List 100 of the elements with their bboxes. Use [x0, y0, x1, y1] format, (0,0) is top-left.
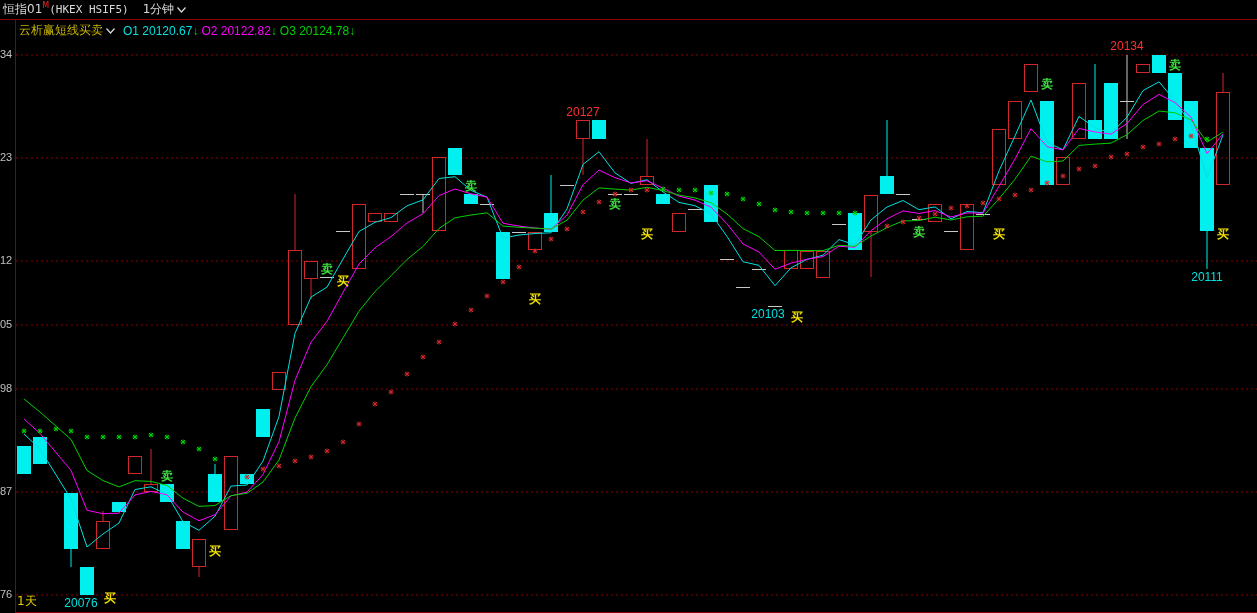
stop-marker: [772, 207, 778, 213]
candle: [144, 448, 158, 492]
exchange-code: (HKEX HSIF5): [49, 3, 129, 16]
stop-marker: [308, 454, 314, 460]
buy-signal: 买: [529, 292, 541, 306]
stop-marker: [548, 236, 554, 242]
stop-marker: [516, 264, 522, 270]
candle: [33, 437, 47, 464]
candle: [240, 474, 254, 484]
stop-marker: [980, 200, 986, 206]
stop-marker: [212, 456, 218, 462]
candle: [576, 120, 590, 176]
trend-arrow: ↓: [192, 23, 199, 38]
candle: [128, 456, 142, 474]
stop-marker: [884, 223, 890, 229]
candle: [1072, 83, 1086, 139]
timeframe-label: 1天: [17, 593, 37, 610]
stop-marker: [1172, 136, 1178, 142]
indicator-value: O2 20122.82: [201, 23, 271, 38]
indicator-dropdown[interactable]: 云析赢短线买卖: [19, 22, 115, 39]
stop-marker: [1188, 133, 1194, 139]
stop-marker: [164, 434, 170, 440]
price-axis-label: 76: [0, 587, 13, 601]
symbol-title: 恒指01$^{M}$: [3, 1, 50, 18]
stop-marker: [1012, 192, 1018, 198]
price-label: 20111: [1191, 270, 1223, 284]
stop-marker: [596, 199, 602, 205]
stop-marker: [21, 428, 27, 434]
stop-marker: [852, 210, 858, 216]
stop-marker: [276, 463, 282, 469]
candle: [1152, 55, 1166, 73]
stop-marker: [708, 190, 714, 196]
candle: [816, 251, 830, 278]
candle: [17, 446, 31, 474]
stop-marker: [948, 205, 954, 211]
price-axis-label: 34: [0, 47, 13, 61]
stop-marker: [452, 321, 458, 327]
stop-marker: [532, 248, 538, 254]
candle: [592, 120, 606, 139]
candle: [656, 194, 670, 204]
period-dropdown[interactable]: 1分钟: [142, 1, 187, 18]
stop-marker: [244, 474, 250, 480]
sell-signal: 卖: [1041, 77, 1053, 91]
candle: [784, 250, 798, 269]
stop-marker: [788, 209, 794, 215]
candle: [1008, 101, 1022, 139]
chevron-down-icon: [177, 6, 187, 13]
candle: [176, 521, 190, 549]
stop-marker: [644, 187, 650, 193]
stop-marker: [356, 421, 362, 427]
sell-signal: 卖: [465, 179, 477, 193]
stop-marker: [180, 439, 186, 445]
candle: [256, 409, 270, 437]
sell-signal: 卖: [321, 262, 333, 276]
stop-marker: [420, 354, 426, 360]
stop-marker: [132, 434, 138, 440]
stop-marker: [1028, 187, 1034, 193]
stop-marker: [500, 279, 506, 285]
price-label: 20134: [1110, 39, 1144, 53]
candle: [208, 463, 222, 502]
sell-signal: 卖: [161, 469, 173, 483]
buy-signal: 买: [993, 227, 1005, 241]
price-label: 20127: [566, 105, 600, 119]
sell-signal: 卖: [913, 225, 925, 239]
candle: [80, 567, 94, 595]
candle: [368, 213, 382, 222]
stop-marker: [100, 434, 106, 440]
candle: [448, 148, 462, 175]
candle: [96, 510, 110, 549]
buy-signal: 买: [641, 227, 653, 241]
stop-marker: [148, 432, 154, 438]
stop-marker: [564, 226, 570, 232]
indicator-value: O1 20120.67: [123, 23, 193, 38]
stop-marker: [404, 371, 410, 377]
candle: [192, 539, 206, 578]
stop-marker: [1204, 136, 1210, 142]
trend-arrow: ↓: [270, 23, 277, 38]
stop-marker: [628, 187, 634, 193]
stop-marker: [756, 201, 762, 207]
stop-marker: [388, 389, 394, 395]
sell-signal: 卖: [609, 197, 621, 211]
stop-marker: [1044, 180, 1050, 186]
candle: [992, 129, 1006, 185]
stop-marker: [932, 211, 938, 217]
stop-marker: [724, 191, 730, 197]
candle: [1056, 157, 1070, 185]
stop-marker: [964, 203, 970, 209]
candle: [384, 213, 398, 222]
price-axis-label: 05: [0, 317, 13, 331]
stop-marker: [1060, 173, 1066, 179]
stop-marker: [916, 215, 922, 221]
candle: [640, 138, 654, 185]
stop-marker: [372, 401, 378, 407]
stop-marker: [660, 186, 666, 192]
indicator-value: O3 20124.78: [279, 23, 350, 38]
candle: [672, 213, 686, 232]
buy-signal: 买: [1217, 227, 1229, 241]
stop-marker: [996, 196, 1002, 202]
price-axis-label: 98: [0, 381, 13, 395]
chevron-down-icon: [106, 27, 115, 34]
